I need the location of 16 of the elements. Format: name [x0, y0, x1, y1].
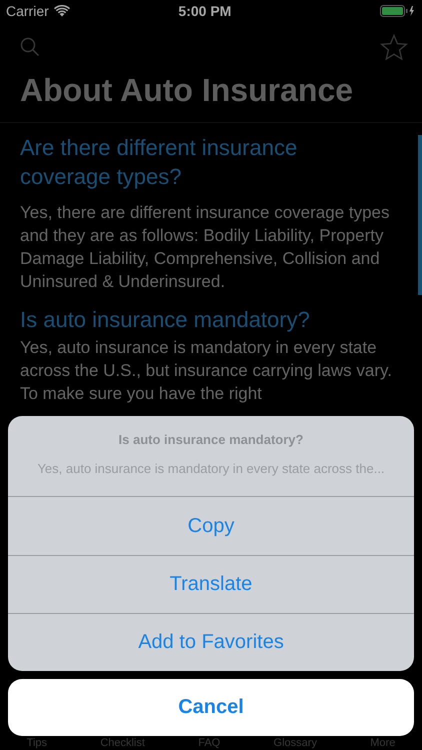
star-icon[interactable] — [380, 34, 408, 60]
answer-text: Yes, auto insurance is mandatory in every state across the U.S., but insurance carrying laws vary. To make sure you have the right — [20, 337, 393, 405]
question-heading: Are there different insurance coverage types? — [20, 134, 298, 191]
action-button[interactable]: Add to Favorites — [8, 613, 414, 671]
action-button[interactable]: Copy — [8, 497, 414, 555]
cancel-button[interactable]: Cancel — [8, 679, 414, 736]
status-time: 5:00 PM — [177, 3, 232, 19]
action-button[interactable]: Translate — [8, 555, 414, 613]
battery-icon — [380, 5, 416, 17]
carrier-name: Carrier — [6, 3, 49, 19]
sheet-title: Is auto insurance mandatory? — [118, 432, 304, 447]
page-title: About Auto Insurance — [20, 72, 354, 110]
search-icon[interactable] — [20, 37, 40, 57]
answer-text: Yes, there are different insurance coverage types and they are as follows: Bodily Liability, Property Damage Liability, Comprehensive, Collision and Uninsured & Underinsured. — [20, 202, 391, 293]
wifi-icon — [54, 5, 70, 17]
question-heading: Is auto insurance mandatory? — [20, 306, 311, 334]
